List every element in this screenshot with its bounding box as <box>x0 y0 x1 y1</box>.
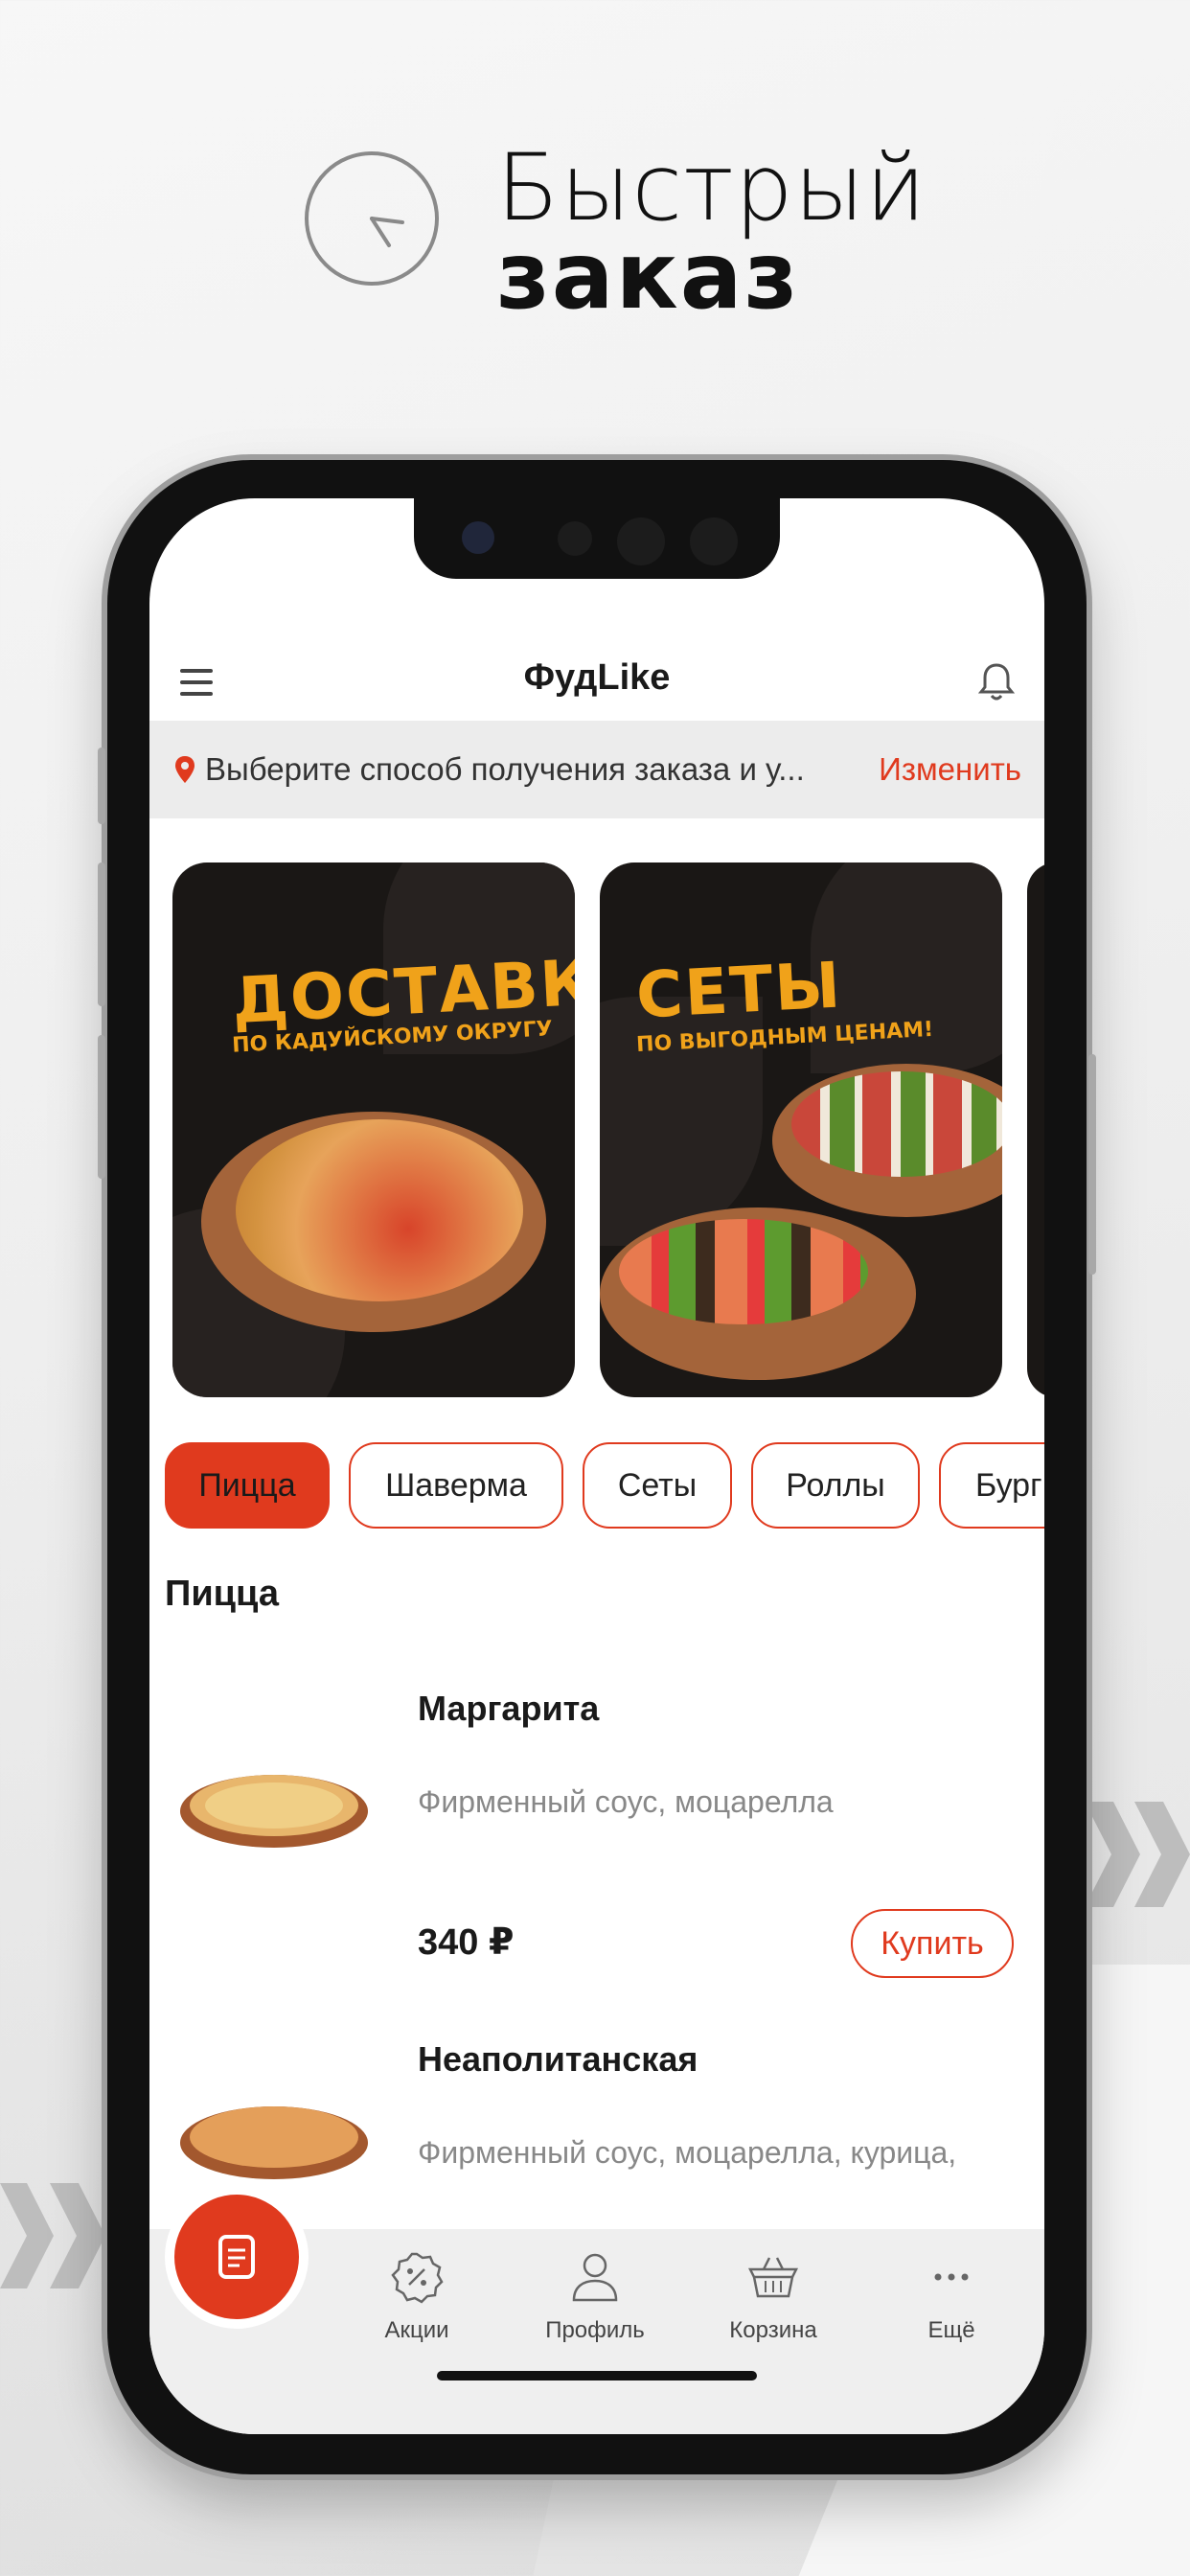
banner-sets[interactable]: СЕТЫ ПО ВЫГОДНЫМ ЦЕНАМ! <box>600 862 1002 1397</box>
location-pin-icon <box>175 756 195 783</box>
location-bar[interactable]: Выберите способ получения заказа и у... … <box>149 721 1044 818</box>
product-image <box>178 1763 370 1878</box>
phone-screen: ФудLike Выберите способ получения заказа… <box>149 498 1044 2434</box>
order-fab-button[interactable] <box>174 2195 299 2319</box>
banner-next[interactable] <box>1027 862 1044 1397</box>
category-chip-rolls[interactable]: Роллы <box>751 1442 920 1529</box>
nav-item-more[interactable]: Ещё <box>880 2248 1023 2344</box>
pizza-image <box>236 1119 523 1301</box>
sensor-icon <box>617 518 665 565</box>
sushi-image <box>791 1071 1002 1177</box>
product-description: Фирменный соус, моцарелла <box>418 1784 834 1819</box>
side-button <box>98 1035 105 1179</box>
sensor-icon <box>558 521 592 556</box>
side-button <box>98 862 105 1006</box>
nav-item-promotions[interactable]: Акции <box>345 2248 489 2344</box>
buy-button[interactable]: Купить <box>851 1909 1014 1978</box>
rolls-image <box>619 1219 868 1324</box>
section-title: Пицца <box>165 1574 279 1614</box>
nav-item-cart[interactable]: Корзина <box>701 2248 845 2344</box>
side-button <box>98 748 105 824</box>
promo-title-line2: заказ <box>496 222 800 330</box>
product-name: Неаполитанская <box>418 2039 698 2079</box>
nav-label: Профиль <box>545 2317 645 2343</box>
nav-label: Акции <box>384 2317 449 2343</box>
category-chip-sets[interactable]: Сеты <box>583 1442 732 1529</box>
clock-icon <box>305 151 439 286</box>
category-chips: Пицца Шаверма Сеты Роллы Бург <box>165 1442 1044 1530</box>
receipt-icon <box>218 2235 255 2279</box>
side-button <box>1088 1054 1096 1275</box>
discount-icon <box>391 2252 444 2304</box>
location-text: Выберите способ получения заказа и у... <box>205 751 805 787</box>
bell-icon[interactable] <box>977 661 1016 703</box>
more-icon <box>934 2273 969 2281</box>
product-price: 340 ₽ <box>418 1922 515 1963</box>
product-name: Маргарита <box>418 1689 600 1728</box>
phone-frame: ФудLike Выберите способ получения заказа… <box>98 460 1096 2474</box>
chevrons-right-icon <box>1085 1802 1190 1907</box>
home-indicator[interactable] <box>437 2371 757 2380</box>
change-location-link[interactable]: Изменить <box>879 751 1021 788</box>
banner-delivery[interactable]: ДОСТАВКА ПО КАДУЙСКОМУ ОКРУГУ <box>172 862 575 1397</box>
notch <box>414 498 780 579</box>
category-chip-shawarma[interactable]: Шаверма <box>349 1442 563 1529</box>
category-chip-pizza[interactable]: Пицца <box>165 1442 330 1529</box>
product-image <box>178 2095 370 2210</box>
app-title: ФудLike <box>523 657 671 698</box>
camera-icon <box>462 521 494 554</box>
nav-label: Ещё <box>927 2317 975 2343</box>
sensor-icon <box>690 518 738 565</box>
user-icon <box>572 2253 618 2302</box>
nav-label: Корзина <box>729 2317 817 2343</box>
product-description: Фирменный соус, моцарелла, курица, <box>418 2135 957 2170</box>
banner-title: СЕТЫ <box>634 948 844 1033</box>
basket-icon <box>747 2257 799 2298</box>
category-chip-burgers[interactable]: Бург <box>939 1442 1044 1529</box>
nav-item-profile[interactable]: Профиль <box>523 2248 667 2344</box>
